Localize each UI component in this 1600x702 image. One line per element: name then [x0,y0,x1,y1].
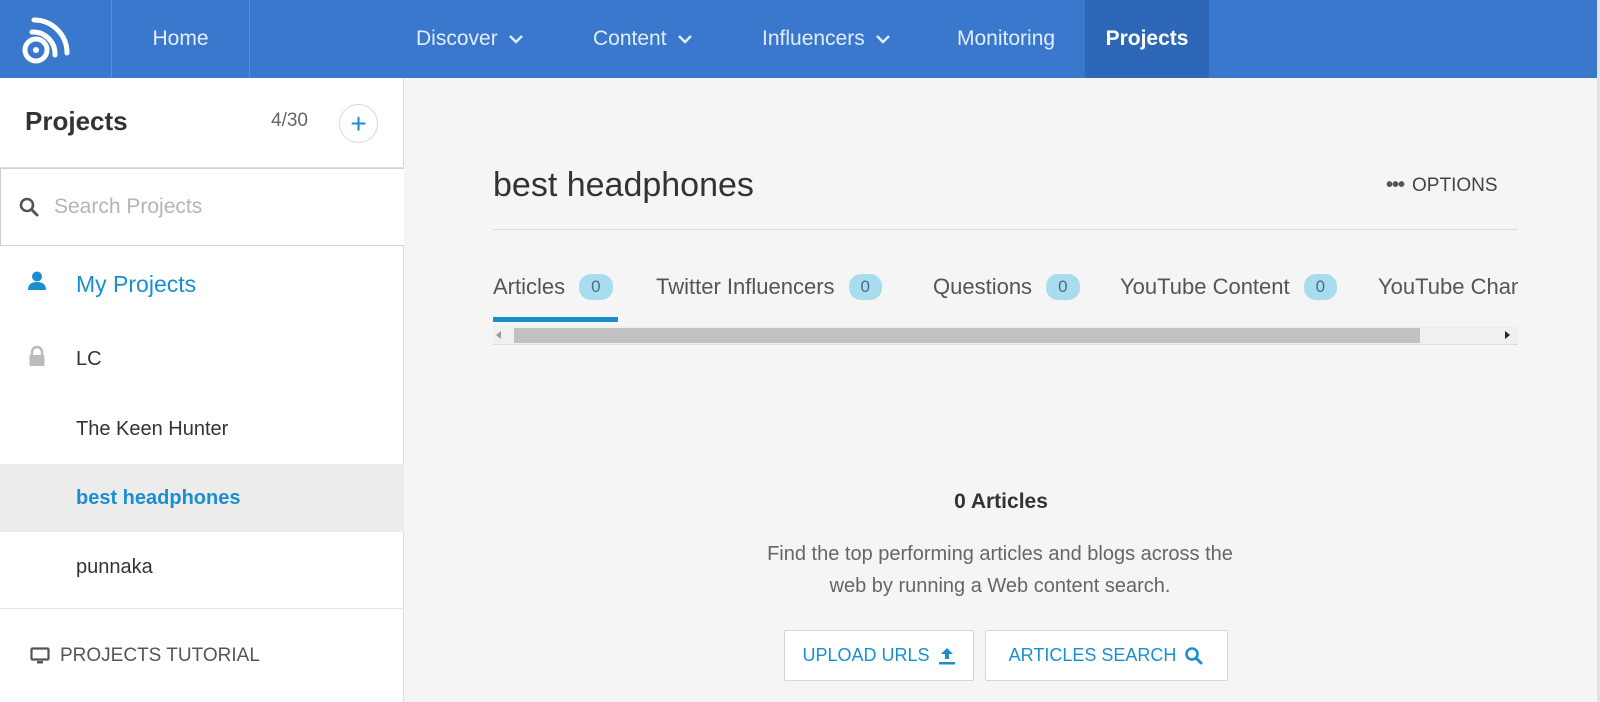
nav-discover-label: Discover [416,27,498,50]
tab-bar: Articles 0 Twitter Influencers 0 Questio… [493,253,1518,333]
sidebar-item-label: My Projects [76,270,197,297]
tabs-scrollbar[interactable] [493,326,1518,345]
nav-projects[interactable]: Projects [1085,0,1209,78]
scroll-right-arrow-icon[interactable] [1505,331,1510,339]
count-badge: 0 [1046,274,1080,300]
project-title: best headphones [493,166,754,204]
sidebar-item-label: best headphones [76,486,241,509]
sidebar-item-punnaka[interactable]: punnaka [0,533,404,601]
lock-icon [29,345,45,366]
sidebar: Projects 4/30 + My Projects LC The Keen … [0,78,404,702]
tab-label: Questions [933,274,1033,299]
tab-label: Twitter Influencers [656,274,835,299]
sidebar-title: Projects [25,106,128,136]
count-badge: 0 [848,274,882,300]
monitor-icon [30,647,50,664]
sidebar-item-the-keen-hunter[interactable]: The Keen Hunter [0,395,404,463]
tab-questions[interactable]: Questions 0 [933,253,1080,321]
nav-content-label: Content [593,27,667,50]
title-divider [493,229,1518,230]
search-icon [19,197,39,217]
nav-home[interactable]: Home [112,0,250,78]
articles-search-label: ARTICLES SEARCH [1008,645,1177,665]
tab-label: Articles [493,274,566,299]
feed-logo-icon [22,17,70,64]
upload-urls-label: UPLOAD URLS [802,645,930,665]
scroll-left-arrow-icon[interactable] [496,331,501,339]
scrollbar-thumb[interactable] [514,328,1420,343]
tab-label: YouTube Content [1120,274,1290,299]
count-badge: 0 [579,274,613,300]
add-project-button[interactable]: + [339,104,378,143]
sidebar-item-lc[interactable]: LC [0,325,404,393]
nav-content[interactable]: Content [593,0,693,78]
nav-monitoring-label: Monitoring [957,27,1056,50]
tab-youtube-channels[interactable]: YouTube Chann [1378,253,1518,321]
nav-discover[interactable]: Discover [416,0,524,78]
chevron-down-icon [677,35,692,44]
empty-state-title: 0 Articles [954,490,1048,513]
tab-twitter-influencers[interactable]: Twitter Influencers 0 [656,253,882,321]
nav-influencers-label: Influencers [762,27,865,50]
search-projects-input[interactable] [54,195,374,219]
project-count: 4/30 [271,110,308,131]
top-nav: Home Discover Content Influencers Monito… [0,0,1597,78]
chevron-down-icon [508,35,523,44]
more-dots-icon: ••• [1386,174,1405,196]
nav-projects-label: Projects [1105,27,1189,50]
active-tab-indicator [493,317,618,322]
tab-youtube-content[interactable]: YouTube Content 0 [1120,253,1338,321]
sidebar-item-best-headphones[interactable]: best headphones [0,464,404,532]
sidebar-header: Projects 4/30 + [0,78,404,168]
articles-search-button[interactable]: ARTICLES SEARCH [985,630,1228,681]
projects-tutorial-label: PROJECTS TUTORIAL [60,645,260,666]
chevron-down-icon [875,35,890,44]
nav-monitoring[interactable]: Monitoring [957,0,1055,78]
options-button[interactable]: ••• OPTIONS [1386,174,1498,197]
options-label: OPTIONS [1412,174,1498,196]
search-box [0,168,404,246]
search-icon [1185,646,1203,664]
main-panel: best headphones ••• OPTIONS Articles 0 T… [405,78,1597,702]
upload-urls-button[interactable]: UPLOAD URLS [784,630,974,681]
sidebar-divider [0,608,404,609]
sidebar-item-label: punnaka [76,555,153,578]
user-icon [28,271,46,290]
sidebar-item-label: LC [76,347,102,370]
count-badge: 0 [1303,274,1338,300]
projects-tutorial-link[interactable]: PROJECTS TUTORIAL [30,645,260,667]
upload-icon [938,647,955,664]
empty-state-description: Find the top performing articles and blo… [767,543,1233,597]
tab-label: YouTube Chann [1378,274,1518,299]
sidebar-item-my-projects[interactable]: My Projects [0,250,404,318]
logo[interactable] [0,0,112,78]
sidebar-item-label: The Keen Hunter [76,417,229,440]
nav-influencers[interactable]: Influencers [762,0,891,78]
tab-articles[interactable]: Articles 0 [493,253,613,321]
